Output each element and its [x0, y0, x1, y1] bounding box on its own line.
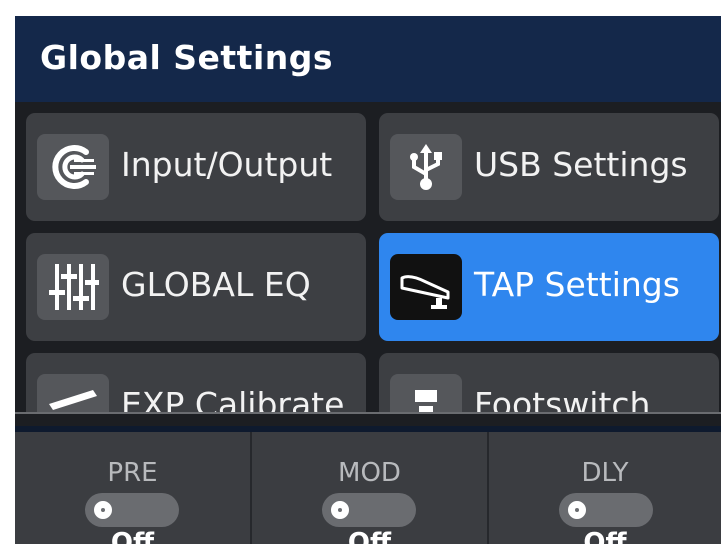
footswitch-icon [390, 374, 462, 412]
mod-toggle[interactable] [322, 493, 416, 527]
tap-pedal-icon [390, 254, 462, 320]
tap-settings-label: TAP Settings [474, 265, 680, 304]
global-eq-label: GLOBAL EQ [121, 265, 311, 304]
pre-effect-slot[interactable]: PRE Off [15, 432, 252, 544]
dly-toggle[interactable] [559, 493, 653, 527]
input-output-icon [37, 134, 109, 200]
device-screen: Global Settings Input/Output USB Setting… [15, 16, 721, 544]
pre-effect-state: Off [110, 528, 155, 544]
usb-settings-tile[interactable]: USB Settings [379, 113, 719, 221]
input-output-tile[interactable]: Input/Output [26, 113, 366, 221]
toggle-knob [94, 501, 112, 519]
settings-grid: Input/Output USB Settings GLOBAL EQ TAP … [15, 102, 721, 412]
eq-sliders-icon [37, 254, 109, 320]
footswitch-tile[interactable]: Footswitch [379, 353, 719, 412]
footswitch-label: Footswitch [474, 385, 651, 412]
mod-effect-state: Off [347, 528, 392, 544]
divider [15, 412, 721, 426]
effects-bar: PRE Off MOD Off DLY Off [15, 432, 721, 544]
usb-settings-label: USB Settings [474, 145, 688, 184]
usb-icon [390, 134, 462, 200]
mod-effect-slot[interactable]: MOD Off [252, 432, 489, 544]
expression-pedal-icon [37, 374, 109, 412]
mod-effect-name: MOD [338, 458, 401, 488]
pre-toggle[interactable] [85, 493, 179, 527]
dly-effect-slot[interactable]: DLY Off [489, 432, 721, 544]
exp-calibrate-tile[interactable]: EXP Calibrate [26, 353, 366, 412]
toggle-knob [331, 501, 349, 519]
pre-effect-name: PRE [107, 458, 158, 488]
page-title: Global Settings [40, 38, 334, 77]
page-header: Global Settings [15, 16, 721, 102]
input-output-label: Input/Output [121, 145, 333, 184]
dly-effect-state: Off [583, 528, 627, 544]
tap-settings-tile[interactable]: TAP Settings [379, 233, 719, 341]
dly-effect-name: DLY [581, 458, 629, 488]
toggle-knob [568, 501, 586, 519]
global-eq-tile[interactable]: GLOBAL EQ [26, 233, 366, 341]
exp-calibrate-label: EXP Calibrate [121, 385, 345, 412]
